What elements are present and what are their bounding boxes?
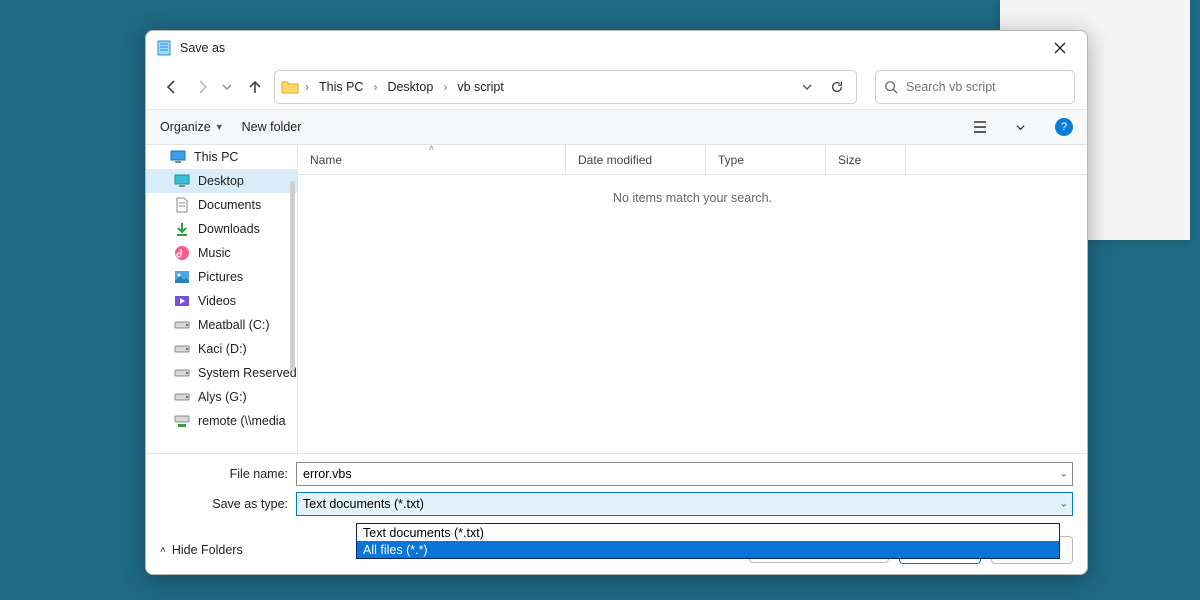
new-folder-button[interactable]: New folder [242,120,302,134]
search-icon [884,80,898,94]
sidebar-item-music[interactable]: Music [146,241,297,265]
sidebar-item-system-reserved[interactable]: System Reserved [146,361,297,385]
column-name[interactable]: Name ˄ [298,145,566,174]
breadcrumb-item-1[interactable]: Desktop [383,77,437,97]
up-button[interactable] [242,74,268,100]
refresh-button[interactable] [824,74,850,100]
forward-button[interactable] [190,74,216,100]
filename-label: File name: [206,467,296,481]
sidebar-item-desktop[interactable]: Desktop [146,169,297,193]
sidebar-item-label: Pictures [198,270,243,284]
column-type[interactable]: Type [706,145,826,174]
chevron-down-icon: ▼ [215,122,224,132]
drive-icon [174,365,190,381]
window-title: Save as [180,41,1043,55]
sidebar-item-meatball-c-[interactable]: Meatball (C:) [146,313,297,337]
sidebar-item-label: Downloads [198,222,260,236]
sidebar-item-label: Alys (G:) [198,390,247,404]
sidebar-item-downloads[interactable]: Downloads [146,217,297,241]
sidebar-item-this-pc[interactable]: This PC [146,145,297,169]
doc-icon [174,197,190,213]
drive-icon [174,341,190,357]
search-input[interactable] [906,80,1067,94]
help-button[interactable]: ? [1055,118,1073,136]
sidebar-item-label: remote (\\media [198,414,286,428]
sidebar: This PC Desktop Documents Downloads Music Pic… [146,145,298,453]
save-as-type-row: Save as type: Text documents (*.txt) ⌄ T… [206,492,1073,516]
column-date[interactable]: Date modified [566,145,706,174]
sidebar-item-documents[interactable]: Documents [146,193,297,217]
type-option-1[interactable]: All files (*.*) [357,541,1059,558]
drive-icon [174,389,190,405]
type-option-0[interactable]: Text documents (*.txt) [357,524,1059,541]
filename-input[interactable] [303,467,1066,481]
sidebar-item-label: Documents [198,198,261,212]
sidebar-item-label: Meatball (C:) [198,318,270,332]
titlebar: Save as [146,31,1087,65]
breadcrumb-item-0[interactable]: This PC [315,77,367,97]
netdrive-icon [174,413,190,429]
sidebar-item-label: Kaci (D:) [198,342,247,356]
breadcrumb-bar[interactable]: › This PC › Desktop › vb script [274,70,857,104]
toolbar: Organize ▼ New folder ? [146,109,1087,145]
view-options-button[interactable] [969,120,995,134]
download-icon [174,221,190,237]
save-as-type-value: Text documents (*.txt) [303,497,424,511]
dialog-body: This PC Desktop Documents Downloads Music Pic… [146,145,1087,453]
sidebar-item-pictures[interactable]: Pictures [146,265,297,289]
save-as-type-combobox[interactable]: Text documents (*.txt) ⌄ [296,492,1073,516]
recent-locations-button[interactable] [222,82,236,92]
sidebar-scrollbar[interactable] [290,181,295,371]
chevron-down-icon[interactable]: ⌄ [1060,469,1068,480]
chevron-right-icon: › [441,80,449,94]
sidebar-item-label: Music [198,246,231,260]
filename-row: File name: ⌄ [206,462,1073,486]
save-as-type-label: Save as type: [206,497,296,511]
path-dropdown-button[interactable] [794,74,820,100]
breadcrumb-item-2[interactable]: vb script [453,77,508,97]
empty-message: No items match your search. [298,191,1087,205]
sidebar-item-label: Desktop [198,174,244,188]
sort-indicator-icon: ˄ [429,143,434,153]
sidebar-item-remote-media[interactable]: remote (\\media [146,409,297,433]
close-button[interactable] [1043,34,1077,62]
save-as-type-dropdown: Text documents (*.txt)All files (*.*) [356,523,1060,559]
sidebar-item-label: This PC [194,150,238,164]
filename-combobox[interactable]: ⌄ [296,462,1073,486]
chevron-right-icon: › [303,80,311,94]
drive-icon [174,317,190,333]
sidebar-item-kaci-d-[interactable]: Kaci (D:) [146,337,297,361]
music-icon [174,245,190,261]
new-folder-label: New folder [242,120,302,134]
column-size[interactable]: Size [826,145,906,174]
video-icon [174,293,190,309]
chevron-down-icon[interactable]: ⌄ [1060,499,1068,510]
organize-label: Organize [160,120,211,134]
sidebar-item-videos[interactable]: Videos [146,289,297,313]
back-button[interactable] [158,74,184,100]
view-dropdown-button[interactable] [1013,123,1027,132]
notepad-icon [156,40,172,56]
chevron-right-icon: › [371,80,379,94]
folder-icon [281,78,299,96]
sidebar-item-alys-g-[interactable]: Alys (G:) [146,385,297,409]
column-headers: Name ˄ Date modified Type Size [298,145,1087,175]
save-as-dialog: Save as › This PC › Desktop › vb script [145,30,1088,575]
monitor-icon [170,149,186,165]
bottom-panel: File name: ⌄ Save as type: Text document… [146,453,1087,574]
desktop-icon [174,173,190,189]
file-list: Name ˄ Date modified Type Size No items … [298,145,1087,453]
hide-folders-button[interactable]: ˄ Hide Folders [160,543,243,557]
sidebar-item-label: System Reserved [198,366,297,380]
nav-row: › This PC › Desktop › vb script [146,65,1087,109]
chevron-up-icon: ˄ [160,545,166,556]
search-box[interactable] [875,70,1075,104]
organize-button[interactable]: Organize ▼ [160,120,224,134]
hide-folders-label: Hide Folders [172,543,243,557]
picture-icon [174,269,190,285]
sidebar-item-label: Videos [198,294,236,308]
